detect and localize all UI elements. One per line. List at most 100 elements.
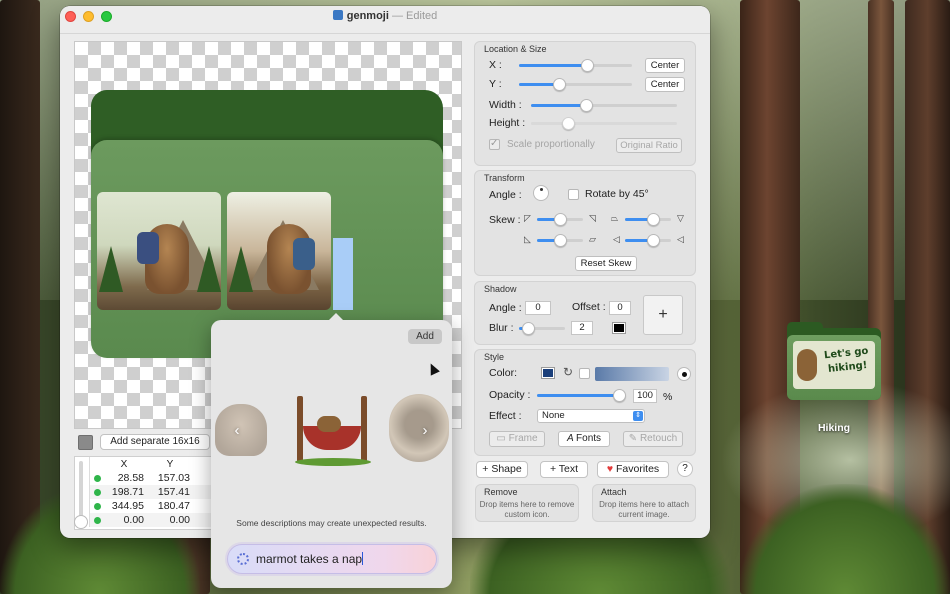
retouch-button[interactable]: ✎ Retouch [623,431,683,447]
folder-artwork: Let's go hiking! [793,341,875,389]
background-swatch-button[interactable] [78,435,93,450]
color-label: Color: [489,367,518,379]
prompt-text: marmot takes a nap [256,552,363,566]
y-slider[interactable] [519,78,632,91]
center-y-button[interactable]: Center [645,77,685,92]
chevron-left-icon[interactable]: ‹ [227,421,247,441]
rotate-45-checkbox[interactable] [568,189,579,200]
genmoji-popover: Add ‹ › Some descriptions may create une… [211,313,452,588]
skew-side-icon: ◁ [613,234,620,244]
angle-label: Angle : [489,189,522,201]
shadow-heading: Shadow [484,284,517,294]
x-label: X : [489,59,502,71]
style-heading: Style [484,352,505,362]
plus-icon: + [482,463,492,475]
location-size-heading: Location & Size [484,44,547,54]
shadow-color-well[interactable] [612,322,626,334]
title-bar: genmoji — Edited [60,6,710,34]
frame-button[interactable]: ▭ Frame [489,431,545,447]
marmot-picnic-image[interactable] [227,192,331,310]
help-button[interactable]: ? [677,461,693,477]
skew-top-icon: ⏢ [611,213,619,223]
center-x-button[interactable]: Center [645,58,685,73]
window-title: genmoji — Edited [60,10,710,22]
marmot-hiking-image[interactable] [97,192,221,310]
frame-icon: ▭ [496,433,509,444]
angle-dial[interactable] [533,185,549,201]
table-vertical-slider[interactable] [74,461,88,529]
heart-icon: ♥ [606,463,616,475]
skew-slider-4[interactable] [625,234,671,247]
style-panel: Style Color: ↻ Opacity : 100 % Effect : … [474,349,696,456]
y-label: Y : [489,78,502,90]
fonts-icon: A [566,433,577,444]
gradient-stop-knob[interactable] [677,367,691,381]
checkmark-icon: ✓ [490,138,499,149]
rotate-45-label: Rotate by 45° [585,188,649,200]
skew-slider-2[interactable] [625,213,671,226]
column-header-y: Y [166,458,174,470]
folder-artwork-text: Let's go hiking! [823,345,869,375]
scale-proportionally-label: Scale proportionally [507,139,595,150]
desktop-folder-hiking[interactable]: Let's go hiking! [787,322,881,400]
opacity-unit: % [663,391,673,403]
width-slider[interactable] [531,99,677,112]
genmoji-prompt-field[interactable]: marmot takes a nap [227,544,437,574]
selection-placeholder[interactable] [333,238,353,310]
generation-warning: Some descriptions may create unexpected … [236,518,427,528]
rotate-color-icon[interactable]: ↻ [563,365,573,379]
desktop-folder-label[interactable]: Hiking [787,422,881,434]
add-separate-button[interactable]: Add separate 16x16 [100,434,210,450]
reset-skew-button[interactable]: Reset Skew [575,256,637,271]
add-text-button[interactable]: + Text [540,461,588,478]
skew-slider-1[interactable] [537,213,583,226]
fill-color-well[interactable] [541,367,555,379]
fonts-button[interactable]: A Fonts [558,431,610,447]
column-header-x: X [120,458,128,470]
opacity-field[interactable]: 100 [633,389,657,403]
attach-title: Attach [601,487,627,497]
shadow-panel: Shadow Angle : 0 Offset : 0 Blur : 2 + [474,281,696,345]
transform-heading: Transform [484,173,525,183]
offset-field[interactable]: 0 [609,301,631,315]
x-slider[interactable] [519,59,632,72]
skew-slider-3[interactable] [537,234,583,247]
shadow-angle-label: Angle : [489,302,522,314]
blur-slider[interactable] [519,322,565,335]
chevron-updown-icon: ⇕ [633,411,643,421]
remove-drop-zone[interactable]: Remove Drop items here to remove custom … [475,484,579,522]
offset-label: Offset : [572,301,606,313]
add-genmoji-button[interactable]: Add [408,329,442,344]
add-shape-button[interactable]: + Shape [476,461,528,478]
height-slider[interactable] [531,117,677,130]
transform-panel: Transform Angle : Rotate by 45° Skew : ◸… [474,170,696,276]
effect-select[interactable]: None ⇕ [537,409,645,423]
remove-description: Drop items here to remove custom icon. [479,500,575,519]
skew-left-icon: ◸ [524,213,531,223]
blur-field[interactable]: 2 [571,321,593,335]
add-shadow-button[interactable]: + [643,295,683,335]
effect-label: Effect : [489,410,522,422]
skew-left-2-icon: ◺ [524,234,531,244]
remove-title: Remove [484,487,518,497]
gradient-checkbox[interactable] [579,368,590,379]
skew-side-2-icon: ◁ [677,234,684,244]
chevron-right-icon[interactable]: › [415,421,435,441]
opacity-label: Opacity : [489,389,531,401]
shadow-angle-field[interactable]: 0 [525,301,551,315]
original-ratio-button[interactable]: Original Ratio [616,138,682,153]
attach-drop-zone[interactable]: Attach Drop items here to attach current… [592,484,696,522]
opacity-slider[interactable] [537,389,626,402]
location-size-panel: Location & Size X : Center Y : Center Wi… [474,41,696,166]
favorites-button[interactable]: ♥ Favorites [597,461,669,478]
document-icon [332,10,343,20]
plus-icon: + [549,463,559,475]
skew-right-icon: ◹ [589,213,596,223]
edited-status: Edited [406,10,438,22]
pencil-icon: ✎ [628,433,640,444]
blur-label: Blur : [489,322,514,334]
skew-parallelogram-icon: ▱ [589,234,596,244]
sparkle-icon [237,553,249,565]
skew-bottom-icon: ▽ [677,213,684,223]
gradient-bar[interactable] [595,367,669,381]
